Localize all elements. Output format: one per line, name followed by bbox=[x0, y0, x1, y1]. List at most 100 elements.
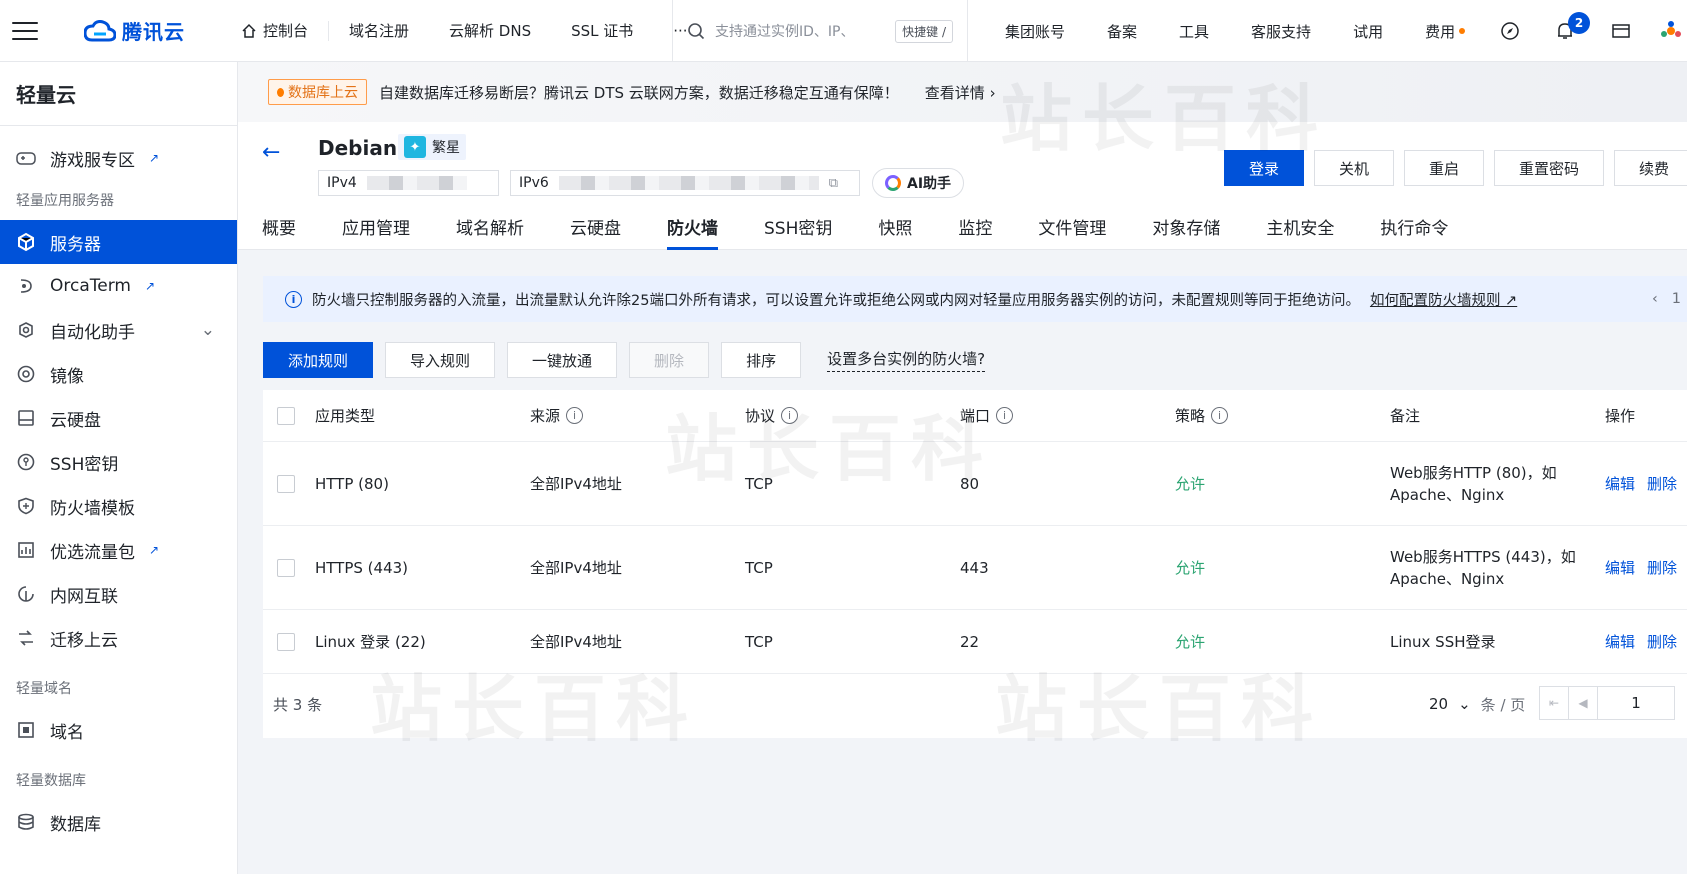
ipv6-field[interactable]: IPv6 ⧉ bbox=[510, 170, 860, 196]
nav-billing[interactable]: 费用 bbox=[1404, 21, 1486, 42]
tab-ssh-key[interactable]: SSH密钥 bbox=[741, 202, 855, 250]
info-pager: ‹ 1 bbox=[1652, 291, 1687, 307]
sidebar-item-domain[interactable]: 域名 bbox=[0, 708, 237, 752]
avatar-icon bbox=[1661, 21, 1682, 37]
instance-tag[interactable]: ✦ 繁星 bbox=[398, 134, 466, 160]
sidebar-item-label: SSH密钥 bbox=[50, 454, 119, 475]
restart-button[interactable]: 重启 bbox=[1404, 150, 1485, 186]
tab-domain-resolution[interactable]: 域名解析 bbox=[433, 202, 547, 250]
sidebar-item-intranet[interactable]: 内网互联 bbox=[0, 572, 237, 616]
nav-support[interactable]: 客服支持 bbox=[1230, 21, 1332, 42]
domain-icon bbox=[16, 720, 36, 740]
edit-rule-link[interactable]: 编辑 bbox=[1605, 557, 1635, 578]
sidebar-item-label: 迁移上云 bbox=[50, 630, 118, 651]
page-size-select[interactable]: 20 ⌄ 条 / 页 bbox=[1429, 694, 1525, 715]
nav-group-account[interactable]: 集团账号 bbox=[984, 21, 1086, 42]
open-all-button[interactable]: 一键放通 bbox=[507, 342, 618, 378]
sidebar-item-automation[interactable]: 自动化助手 ⌄ bbox=[0, 308, 237, 352]
sort-button[interactable]: 排序 bbox=[721, 342, 802, 378]
add-rule-button[interactable]: 添加规则 bbox=[263, 342, 374, 378]
nav-ssl[interactable]: SSL 证书 bbox=[551, 0, 653, 61]
row-checkbox[interactable] bbox=[277, 474, 295, 493]
delete-rule-link[interactable]: 删除 bbox=[1647, 557, 1677, 578]
prev-page-icon[interactable]: ◀ bbox=[1568, 686, 1598, 720]
sidebar-item-label: 数据库 bbox=[50, 814, 101, 835]
tab-object-storage[interactable]: 对象存储 bbox=[1129, 202, 1243, 250]
sidebar-item-traffic[interactable]: 优选流量包 ↗ bbox=[0, 528, 237, 572]
sidebar-item-ssh-key[interactable]: SSH密钥 bbox=[0, 440, 237, 484]
chevron-left-icon[interactable]: ‹ bbox=[1652, 291, 1658, 307]
tab-app-management[interactable]: 应用管理 bbox=[319, 202, 433, 250]
delete-rule-link[interactable]: 删除 bbox=[1647, 631, 1677, 652]
page-input[interactable]: 1 bbox=[1597, 686, 1675, 720]
migrate-icon bbox=[16, 628, 36, 648]
sidebar-item-label: 防火墙模板 bbox=[50, 498, 135, 519]
back-arrow-icon[interactable]: ← bbox=[262, 140, 280, 165]
tab-overview[interactable]: 概要 bbox=[262, 202, 319, 250]
sidebar-item-database[interactable]: 数据库 bbox=[0, 800, 237, 844]
sidebar-item-label: OrcaTerm bbox=[50, 276, 131, 296]
nav-dns[interactable]: 云解析 DNS bbox=[429, 0, 551, 61]
tickets-button[interactable] bbox=[1596, 0, 1646, 62]
shutdown-button[interactable]: 关机 bbox=[1314, 150, 1395, 186]
help-icon[interactable]: i bbox=[781, 407, 799, 424]
tab-firewall[interactable]: 防火墙 bbox=[644, 202, 741, 250]
sidebar-item-disk[interactable]: 云硬盘 bbox=[0, 396, 237, 440]
first-page-icon[interactable]: ⇤ bbox=[1539, 686, 1569, 720]
edit-rule-link[interactable]: 编辑 bbox=[1605, 631, 1635, 652]
delete-rule-link[interactable]: 删除 bbox=[1647, 473, 1677, 494]
tab-host-security[interactable]: 主机安全 bbox=[1243, 202, 1357, 250]
tab-snapshot[interactable]: 快照 bbox=[855, 202, 935, 250]
renew-button[interactable]: 续费 bbox=[1614, 150, 1687, 186]
brand-logo[interactable]: 腾讯云 bbox=[84, 16, 185, 45]
multi-instance-firewall-link[interactable]: 设置多台实例的防火墙? bbox=[827, 348, 986, 372]
nav-icp[interactable]: 备案 bbox=[1086, 21, 1158, 42]
row-checkbox[interactable] bbox=[277, 558, 295, 577]
tab-run-command[interactable]: 执行命令 bbox=[1357, 202, 1471, 250]
tab-monitor[interactable]: 监控 bbox=[935, 202, 1015, 250]
table-row: Linux 登录 (22) 全部IPv4地址 TCP 22 允许 Linux S… bbox=[263, 610, 1687, 674]
promo-link[interactable]: 查看详情 › bbox=[925, 82, 996, 103]
nav-tools[interactable]: 工具 bbox=[1158, 21, 1230, 42]
nav-domain-register[interactable]: 域名注册 bbox=[329, 0, 429, 61]
cell-app-type: Linux 登录 (22) bbox=[315, 633, 426, 651]
sidebar-item-firewall-template[interactable]: 防火墙模板 bbox=[0, 484, 237, 528]
edit-rule-link[interactable]: 编辑 bbox=[1605, 473, 1635, 494]
import-rule-button[interactable]: 导入规则 bbox=[385, 342, 496, 378]
tab-cloud-disk[interactable]: 云硬盘 bbox=[547, 202, 644, 250]
help-icon[interactable]: i bbox=[566, 407, 584, 424]
firewall-info-text: 防火墙只控制服务器的入流量，出流量默认允许除25端口外所有请求，可以设置允许或拒… bbox=[312, 292, 1360, 309]
sidebar-item-game[interactable]: 游戏服专区 ↗ bbox=[0, 136, 237, 180]
menu-icon[interactable] bbox=[12, 21, 38, 40]
ipv4-field[interactable]: IPv4 bbox=[318, 170, 499, 196]
ai-assistant-button[interactable]: AI助手 bbox=[872, 168, 965, 198]
select-all-checkbox[interactable] bbox=[277, 406, 295, 425]
shield-icon bbox=[16, 496, 36, 516]
copy-icon[interactable]: ⧉ bbox=[829, 176, 838, 191]
global-search[interactable]: 支持通过实例ID、IP、 快捷键 / bbox=[672, 0, 968, 62]
nav-trial[interactable]: 试用 bbox=[1332, 21, 1404, 42]
help-icon[interactable]: i bbox=[996, 407, 1014, 424]
reset-password-button[interactable]: 重置密码 bbox=[1494, 150, 1605, 186]
top-nav: 控制台 域名注册 云解析 DNS SSL 证书 ··· bbox=[221, 0, 708, 61]
help-icon[interactable]: i bbox=[1211, 407, 1229, 424]
login-button[interactable]: 登录 bbox=[1224, 150, 1304, 186]
row-checkbox[interactable] bbox=[277, 632, 295, 651]
nav-console[interactable]: 控制台 bbox=[221, 0, 328, 61]
compass-button[interactable] bbox=[1486, 0, 1534, 62]
sidebar-item-server[interactable]: 服务器 bbox=[0, 220, 237, 264]
header-policy: 策略 i bbox=[1175, 405, 1390, 426]
page-size-value: 20 bbox=[1429, 695, 1449, 713]
delete-rule-button[interactable]: 删除 bbox=[629, 342, 710, 378]
search-input[interactable]: 支持通过实例ID、IP、 bbox=[715, 21, 885, 41]
sidebar: 轻量云 游戏服专区 ↗ 轻量应用服务器 服务器 OrcaTerm ↗ 自动化助手… bbox=[0, 62, 238, 874]
sidebar-item-image[interactable]: 镜像 bbox=[0, 352, 237, 396]
firewall-help-link[interactable]: 如何配置防火墙规则 ↗ bbox=[1370, 289, 1517, 310]
table-row: HTTP (80) 全部IPv4地址 TCP 80 允许 Web服务HTTP (… bbox=[263, 442, 1687, 526]
sidebar-item-orcaterm[interactable]: OrcaTerm ↗ bbox=[0, 264, 237, 308]
sidebar-item-label: 内网互联 bbox=[50, 586, 118, 607]
avatar-button[interactable] bbox=[1646, 0, 1687, 62]
tab-file-management[interactable]: 文件管理 bbox=[1015, 202, 1129, 250]
notification-button[interactable]: 2 bbox=[1534, 0, 1596, 62]
sidebar-item-migrate[interactable]: 迁移上云 bbox=[0, 616, 237, 660]
